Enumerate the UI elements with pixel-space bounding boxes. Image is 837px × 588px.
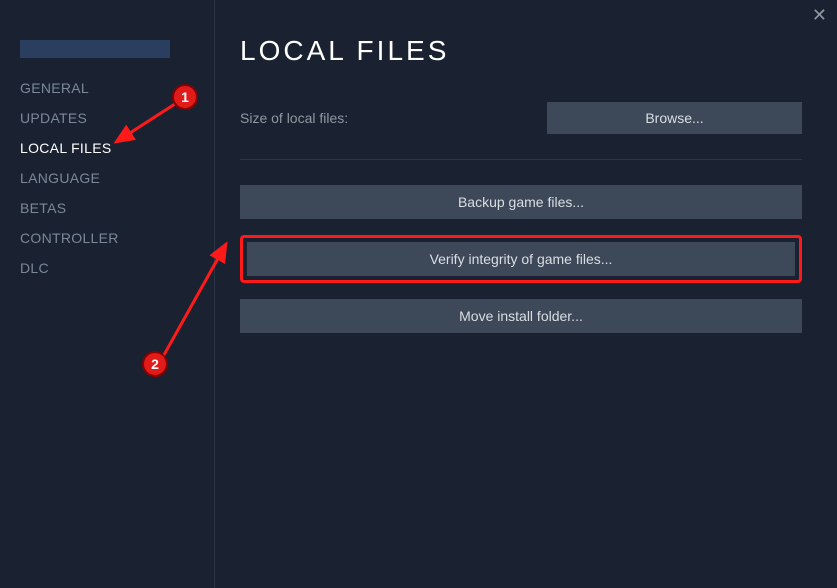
verify-highlight: Verify integrity of game files... (240, 235, 802, 283)
properties-window: ✕ GENERAL UPDATES LOCAL FILES LANGUAGE B… (0, 0, 837, 588)
sidebar: GENERAL UPDATES LOCAL FILES LANGUAGE BET… (0, 0, 215, 588)
sidebar-item-betas[interactable]: BETAS (20, 193, 214, 223)
verify-button[interactable]: Verify integrity of game files... (247, 242, 795, 276)
page-title: LOCAL FILES (240, 35, 802, 67)
close-icon[interactable]: ✕ (812, 6, 827, 24)
browse-button[interactable]: Browse... (547, 102, 802, 134)
sidebar-item-dlc[interactable]: DLC (20, 253, 214, 283)
sidebar-item-language[interactable]: LANGUAGE (20, 163, 214, 193)
backup-button[interactable]: Backup game files... (240, 185, 802, 219)
size-row: Size of local files: Browse... (240, 102, 802, 134)
size-label: Size of local files: (240, 110, 348, 126)
sidebar-item-general[interactable]: GENERAL (20, 73, 214, 103)
sidebar-item-local-files[interactable]: LOCAL FILES (20, 133, 214, 163)
move-button[interactable]: Move install folder... (240, 299, 802, 333)
main-panel: LOCAL FILES Size of local files: Browse.… (215, 0, 837, 588)
size-value (356, 110, 456, 126)
sidebar-header-spacer (20, 40, 170, 58)
sidebar-item-updates[interactable]: UPDATES (20, 103, 214, 133)
divider (240, 159, 802, 160)
sidebar-item-controller[interactable]: CONTROLLER (20, 223, 214, 253)
